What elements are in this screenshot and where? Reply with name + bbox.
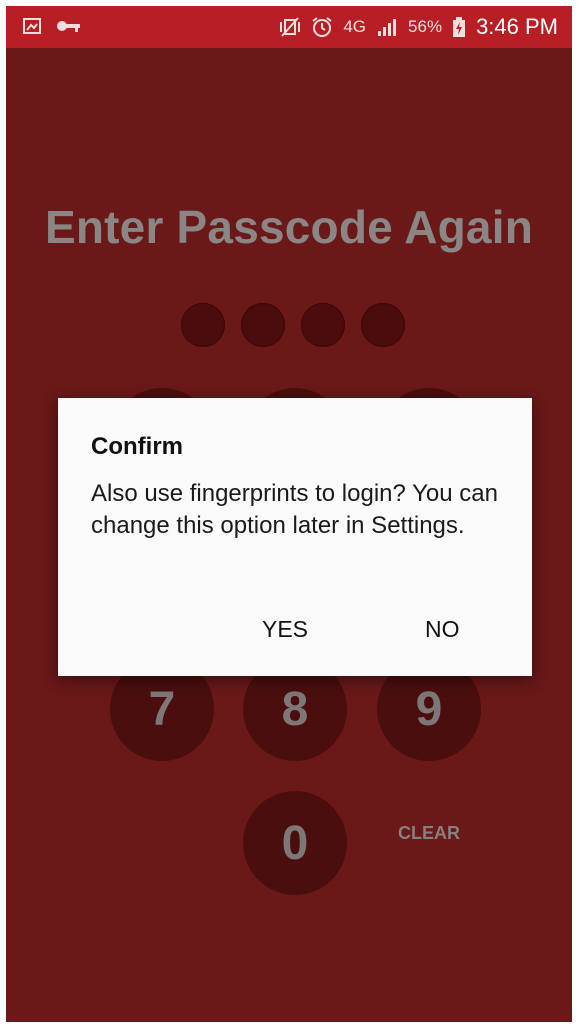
mute-vibrate-icon — [279, 16, 301, 38]
network-4g-icon: 4G — [343, 17, 367, 36]
clock: 3:46 PM — [476, 14, 558, 39]
battery-percent: 56% — [408, 17, 443, 36]
alarm-icon — [311, 16, 333, 38]
app-screen: 4G 56% 3:46 PM Enter Passcode Again 7 8 … — [6, 6, 572, 1022]
key-icon — [56, 19, 82, 33]
no-button[interactable]: NO — [415, 610, 470, 649]
passcode-dot — [361, 303, 405, 347]
passcode-dot — [301, 303, 345, 347]
status-bar: 4G 56% 3:46 PM — [6, 6, 572, 48]
battery-charging-icon — [452, 16, 466, 38]
gallery-icon — [22, 16, 42, 36]
dialog-message: Also use fingerprints to login? You can … — [91, 480, 498, 539]
page-title: Enter Passcode Again — [44, 201, 533, 253]
dialog-title: Confirm — [91, 433, 183, 460]
passcode-dot — [241, 303, 285, 347]
signal-icon — [376, 17, 398, 37]
clear-button[interactable]: CLEAR — [377, 823, 481, 844]
yes-button[interactable]: YES — [252, 610, 318, 649]
passcode-dot — [181, 303, 225, 347]
keypad-key-0[interactable]: 0 — [243, 791, 347, 895]
confirm-dialog: Confirm Also use fingerprints to login? … — [58, 398, 532, 676]
passcode-dots — [181, 303, 405, 347]
